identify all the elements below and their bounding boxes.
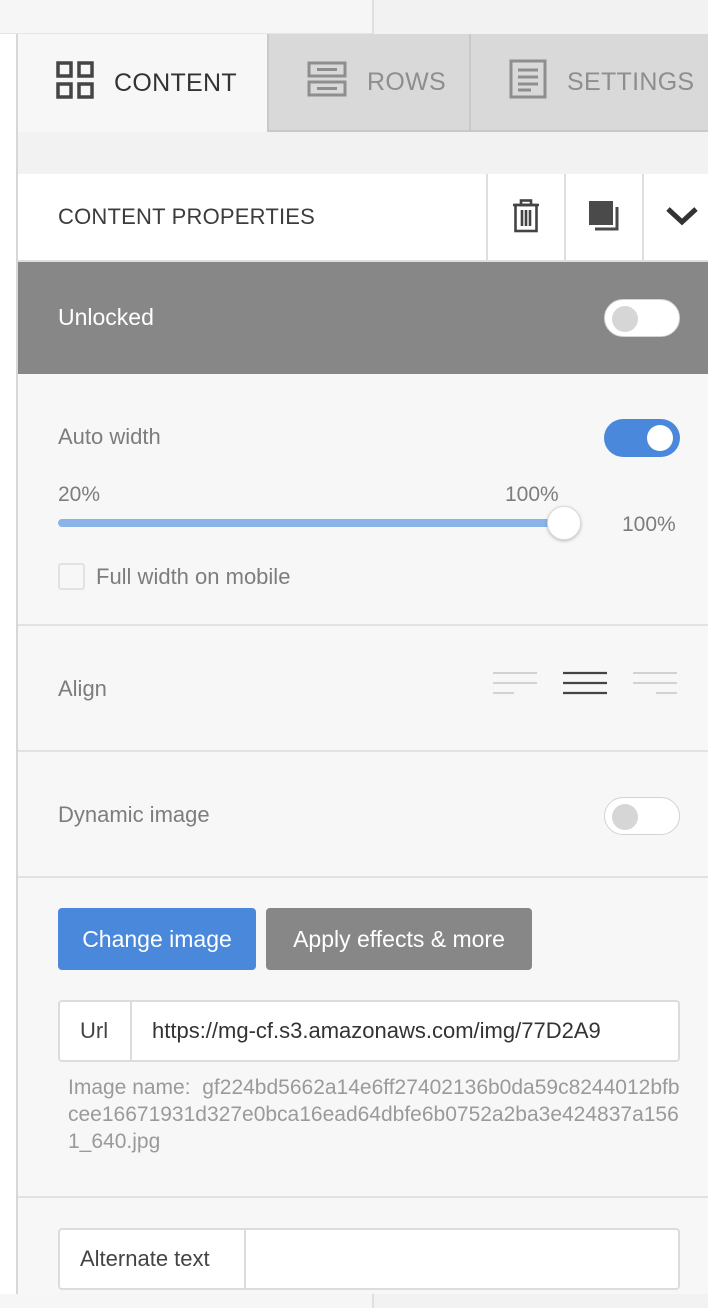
divider: [18, 876, 708, 878]
align-left-button[interactable]: [492, 670, 538, 700]
dynamic-image-toggle-knob: [612, 804, 638, 830]
url-prefix: Url: [60, 1002, 132, 1060]
duplicate-button[interactable]: [564, 174, 642, 262]
lock-toggle-knob: [612, 306, 638, 332]
rows-icon: [307, 60, 347, 105]
alt-text-field[interactable]: Alternate text: [58, 1228, 680, 1290]
editor-canvas-edge-bottom: [0, 1294, 374, 1308]
url-input[interactable]: https://mg-cf.s3.amazonaws.com/img/77D2A…: [152, 1018, 672, 1044]
divider: [18, 750, 708, 752]
full-width-mobile-checkbox[interactable]: [58, 563, 85, 590]
full-width-mobile-label: Full width on mobile: [96, 564, 291, 589]
properties-header: CONTENT PROPERTIES: [18, 174, 708, 262]
grid-icon: [56, 60, 94, 106]
settings-doc-icon: [509, 59, 547, 106]
chevron-down-icon: [665, 205, 699, 232]
width-slider-track[interactable]: [58, 519, 566, 527]
alt-text-prefix: Alternate text: [60, 1230, 246, 1288]
lock-toggle[interactable]: [604, 299, 680, 337]
image-name-label: Image name:: [68, 1076, 191, 1099]
align-center-icon: [562, 671, 608, 704]
auto-width-toggle-knob: [647, 425, 673, 451]
width-value-label: 100%: [622, 513, 676, 536]
editor-canvas-edge-left: [0, 34, 18, 1294]
sidebar-tabs: CONTENT ROWS SETTINGS: [18, 34, 708, 132]
trash-icon: [511, 198, 541, 238]
lock-bar: Unlocked: [18, 262, 708, 374]
align-center-button[interactable]: [562, 670, 608, 700]
dynamic-image-toggle[interactable]: [604, 797, 680, 835]
tab-settings[interactable]: SETTINGS: [469, 34, 708, 132]
content-properties-panel: CONTENT PROPERTIES Unlocked Auto width 2…: [18, 174, 708, 1294]
auto-width-toggle[interactable]: [604, 419, 680, 457]
auto-width-label: Auto width: [58, 424, 161, 449]
align-label: Align: [58, 676, 107, 701]
align-right-button[interactable]: [632, 670, 678, 700]
tab-rows-label: ROWS: [367, 67, 446, 96]
url-field[interactable]: Url https://mg-cf.s3.amazonaws.com/img/7…: [58, 1000, 680, 1062]
tab-settings-label: SETTINGS: [567, 67, 695, 96]
slider-max-label: 100%: [505, 483, 559, 506]
tab-content[interactable]: CONTENT: [18, 34, 267, 132]
tab-content-label: CONTENT: [114, 68, 237, 97]
change-image-button[interactable]: Change image: [58, 908, 256, 970]
lock-status-label: Unlocked: [58, 304, 154, 330]
duplicate-icon: [587, 199, 621, 238]
align-left-icon: [492, 672, 538, 704]
properties-title: CONTENT PROPERTIES: [58, 204, 316, 229]
tab-rows[interactable]: ROWS: [267, 34, 469, 132]
apply-effects-button[interactable]: Apply effects & more: [266, 908, 532, 970]
width-slider-thumb[interactable]: [547, 506, 581, 540]
collapse-button[interactable]: [642, 174, 708, 262]
align-right-icon: [632, 672, 678, 704]
divider: [18, 624, 708, 626]
editor-canvas-edge-top: [0, 0, 374, 34]
slider-min-label: 20%: [58, 483, 101, 506]
image-name-info: Image name: gf224bd5662a14e6ff27402136b0…: [68, 1074, 688, 1155]
delete-button[interactable]: [486, 174, 564, 262]
divider: [18, 1196, 708, 1198]
dynamic-image-label: Dynamic image: [58, 802, 210, 827]
